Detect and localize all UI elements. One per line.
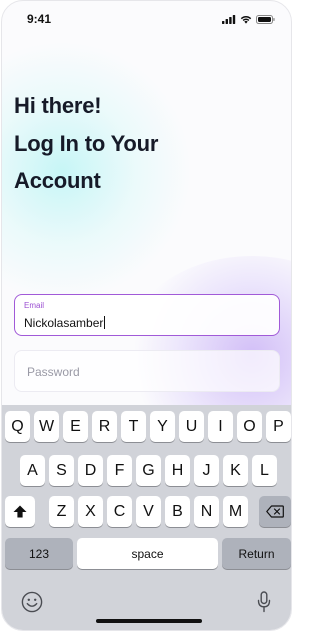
microphone-icon [257,591,271,613]
key-p[interactable]: P [266,411,291,442]
title-line-account: Account [14,168,101,193]
password-field[interactable]: Password [14,350,280,392]
signal-icon [222,14,236,24]
email-field[interactable]: Email Nickolasamber [14,294,280,336]
key-t[interactable]: T [121,411,146,442]
text-cursor [104,316,106,329]
key-f[interactable]: F [107,455,132,486]
key-z[interactable]: Z [49,496,74,527]
key-x[interactable]: X [78,496,103,527]
shift-key[interactable] [5,496,35,527]
status-bar: 9:41 [2,1,291,37]
phone-screen: 9:41 Hi there! Log In to Your Account Em… [1,0,292,631]
keyboard: Q W E R T Y U I O P A S D F G H J K L Z … [2,405,291,630]
key-b[interactable]: B [165,496,190,527]
title-greeting: Hi there! [14,93,102,118]
key-y[interactable]: Y [150,411,175,442]
email-label: Email [24,301,45,310]
title-line-login: Log In to Your [14,130,159,156]
battery-icon [256,14,275,24]
numbers-key[interactable]: 123 [5,538,73,569]
space-key[interactable]: space [77,538,218,569]
delete-key[interactable] [259,496,291,527]
wifi-icon [240,15,252,24]
key-a[interactable]: A [20,455,45,486]
key-l[interactable]: L [252,455,277,486]
email-value: Nickolasamber [24,316,104,330]
key-k[interactable]: K [223,455,248,486]
key-e[interactable]: E [63,411,88,442]
emoji-button[interactable] [20,590,44,614]
key-r[interactable]: R [92,411,117,442]
key-n[interactable]: N [194,496,219,527]
page-title: Hi there! Log In to Your Account [14,87,274,200]
shift-icon [13,505,27,518]
emoji-icon [21,591,43,613]
key-j[interactable]: J [194,455,219,486]
key-d[interactable]: D [78,455,103,486]
dictation-button[interactable] [254,589,274,615]
key-q[interactable]: Q [5,411,30,442]
email-value-wrapper: Nickolasamber [24,316,106,330]
password-placeholder: Password [27,365,80,379]
key-c[interactable]: C [107,496,132,527]
home-indicator [96,619,202,623]
key-u[interactable]: U [179,411,204,442]
key-g[interactable]: G [136,455,161,486]
key-w[interactable]: W [34,411,59,442]
key-s[interactable]: S [49,455,74,486]
key-v[interactable]: V [136,496,161,527]
key-o[interactable]: O [237,411,262,442]
status-time: 9:41 [27,12,52,26]
key-m[interactable]: M [223,496,248,527]
key-h[interactable]: H [165,455,190,486]
return-key[interactable]: Return [222,538,291,569]
key-i[interactable]: I [208,411,233,442]
status-icons [222,14,275,24]
delete-icon [266,505,284,518]
